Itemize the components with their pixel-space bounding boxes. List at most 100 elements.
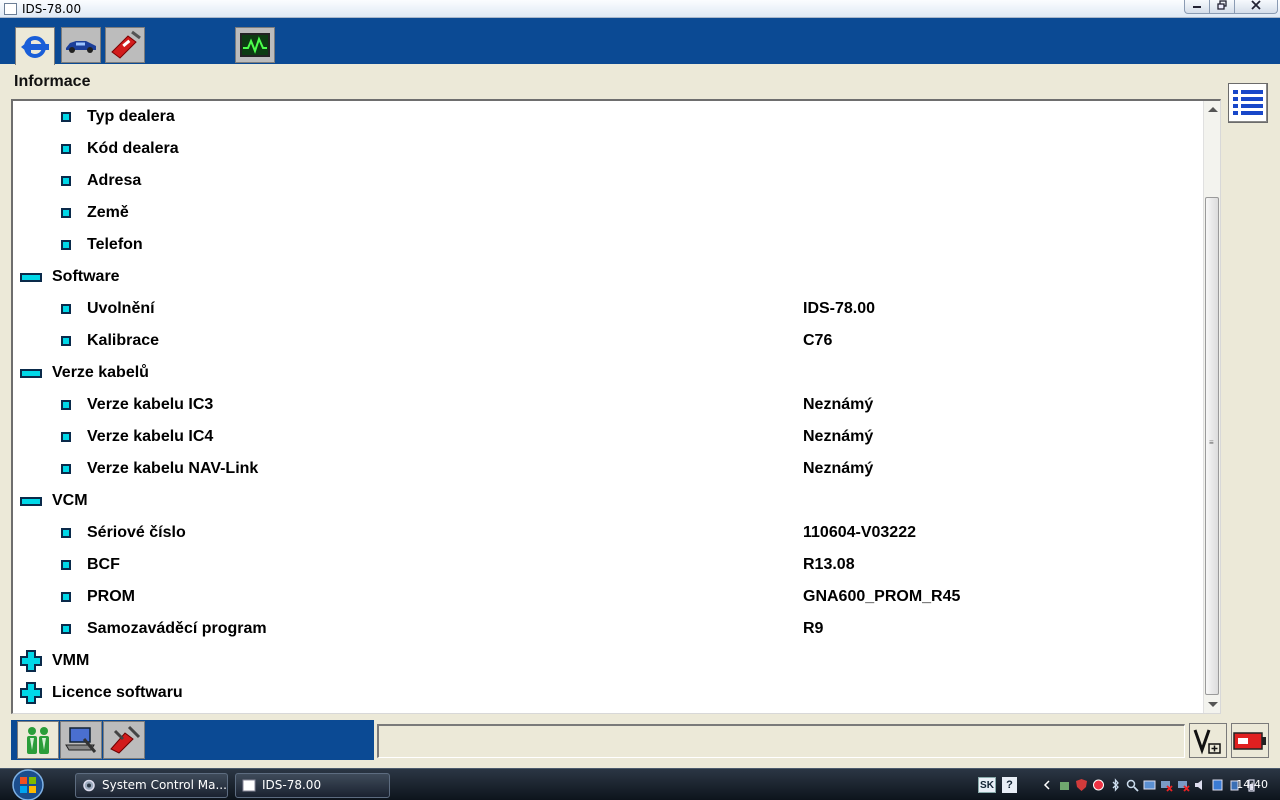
- tree-item[interactable]: Země: [13, 202, 1203, 224]
- tree-label: BCF: [87, 556, 120, 573]
- tree-value: 110604-V03222: [803, 524, 916, 541]
- tree-item[interactable]: BCF R13.08: [13, 554, 1203, 576]
- tree-item[interactable]: Verze kabelu IC3 Neznámý: [13, 394, 1203, 416]
- page-title: Informace: [14, 73, 91, 90]
- bullet-icon: [61, 176, 71, 186]
- tree-item[interactable]: Kalibrace C76: [13, 330, 1203, 352]
- help-icon[interactable]: ?: [1002, 777, 1017, 793]
- tree-item[interactable]: Sériové číslo 110604-V03222: [13, 522, 1203, 544]
- list-view-button[interactable]: [1228, 83, 1268, 123]
- tree-label: Verze kabelu NAV-Link: [87, 460, 259, 477]
- toolbox-tab-button[interactable]: [105, 27, 145, 63]
- window-controls: [1184, 0, 1278, 15]
- tools-button[interactable]: [103, 721, 145, 759]
- toolbox-icon: [111, 30, 141, 59]
- clock[interactable]: 14:40: [1236, 778, 1268, 791]
- users-button[interactable]: [17, 721, 59, 759]
- title-bar: IDS-78.00: [0, 0, 1280, 18]
- laptop-button[interactable]: [60, 721, 102, 759]
- tree-item[interactable]: Samozaváděcí program R9: [13, 618, 1203, 640]
- tree-group[interactable]: Software: [13, 266, 1203, 288]
- expand-icon[interactable]: [20, 650, 42, 672]
- back-tab-button[interactable]: [15, 27, 55, 65]
- tree-label: Verze kabelu IC3: [87, 396, 214, 413]
- taskbar-item-label: System Control Ma...: [102, 778, 227, 792]
- bullet-icon: [61, 560, 71, 570]
- bluetooth-icon[interactable]: [1109, 778, 1122, 792]
- network-icon[interactable]: [1058, 778, 1071, 792]
- tree-value: R13.08: [803, 556, 855, 573]
- bullet-icon: [61, 144, 71, 154]
- close-button[interactable]: [1234, 0, 1278, 14]
- tree-label: Země: [87, 204, 129, 221]
- restore-icon: [1217, 0, 1227, 10]
- tree-label: Telefon: [87, 236, 143, 253]
- collapse-icon[interactable]: [20, 273, 42, 282]
- expand-icon[interactable]: [20, 682, 42, 704]
- minimize-button[interactable]: [1184, 0, 1210, 14]
- chevron-left-icon[interactable]: [1041, 778, 1054, 792]
- tree-label: Adresa: [87, 172, 142, 189]
- taskbar-item-system-control[interactable]: System Control Ma...: [75, 773, 228, 798]
- tree-value: R9: [803, 620, 824, 637]
- network-error-icon-2[interactable]: [1177, 778, 1190, 792]
- tree-group[interactable]: Licence softwaru: [13, 682, 1203, 704]
- battery-icon: [1233, 731, 1266, 750]
- collapse-icon[interactable]: [20, 497, 42, 506]
- scroll-thumb[interactable]: ≡: [1205, 197, 1219, 695]
- bullet-icon: [61, 432, 71, 442]
- close-icon: [1251, 0, 1261, 10]
- tree-value: IDS-78.00: [803, 300, 876, 317]
- vertical-scrollbar[interactable]: ≡: [1203, 101, 1220, 713]
- tools-icon: [110, 725, 141, 754]
- tree-item[interactable]: Adresa: [13, 170, 1203, 192]
- tree-group[interactable]: VCM: [13, 490, 1203, 512]
- tree-item[interactable]: PROM GNA600_PROM_R45: [13, 586, 1203, 608]
- device-icon[interactable]: [1211, 778, 1224, 792]
- version-button[interactable]: [1189, 723, 1227, 758]
- tree-item[interactable]: Uvolnění IDS-78.00: [13, 298, 1203, 320]
- car-icon: [66, 41, 96, 53]
- network-error-icon[interactable]: [1160, 778, 1173, 792]
- tree-value: C76: [803, 332, 833, 349]
- maximize-button[interactable]: [1209, 0, 1235, 14]
- tree-item[interactable]: Verze kabelu NAV-Link Neznámý: [13, 458, 1203, 480]
- tree-item[interactable]: Kód dealera: [13, 138, 1203, 160]
- taskbar-item-label: IDS-78.00: [262, 778, 322, 792]
- grip-icon: ≡: [1209, 438, 1214, 447]
- shield-icon[interactable]: [1075, 778, 1088, 792]
- scroll-down-icon[interactable]: [1208, 702, 1218, 707]
- tree-label: Verze kabelu IC4: [87, 428, 214, 445]
- bullet-icon: [61, 304, 71, 314]
- tree-item[interactable]: Telefon: [13, 234, 1203, 256]
- security-icon[interactable]: [1092, 778, 1105, 792]
- gear-icon: [83, 779, 95, 792]
- oscilloscope-tab-button[interactable]: [235, 27, 275, 63]
- vehicle-tab-button[interactable]: [61, 27, 101, 63]
- list-icon: [1233, 90, 1263, 115]
- tree-label: VMM: [52, 652, 90, 669]
- app-icon: [4, 3, 17, 15]
- volume-icon[interactable]: [1194, 778, 1207, 792]
- bullet-icon: [61, 208, 71, 218]
- start-button[interactable]: [4, 769, 50, 800]
- tree-label: Samozaváděcí program: [87, 620, 267, 637]
- tree-group[interactable]: VMM: [13, 650, 1203, 672]
- battery-button[interactable]: [1231, 723, 1269, 758]
- taskbar-item-ids[interactable]: IDS-78.00: [235, 773, 390, 798]
- collapse-icon[interactable]: [20, 369, 42, 378]
- scroll-up-icon[interactable]: [1208, 107, 1218, 112]
- tree-label: Sériové číslo: [87, 524, 186, 541]
- window-title: IDS-78.00: [22, 2, 82, 16]
- display-icon[interactable]: [1143, 778, 1156, 792]
- system-tray: SK ? 14:40: [975, 773, 1280, 799]
- tree-group[interactable]: Verze kabelů: [13, 362, 1203, 384]
- tree-label: VCM: [52, 492, 88, 509]
- language-indicator[interactable]: SK: [978, 777, 996, 793]
- main-toolbar: [0, 18, 1280, 65]
- search-icon[interactable]: [1126, 778, 1139, 792]
- laptop-wrench-icon: [65, 727, 97, 753]
- tree-item[interactable]: Verze kabelu IC4 Neznámý: [13, 426, 1203, 448]
- tree-item[interactable]: Typ dealera: [13, 106, 1203, 128]
- tree-value: GNA600_PROM_R45: [803, 588, 961, 605]
